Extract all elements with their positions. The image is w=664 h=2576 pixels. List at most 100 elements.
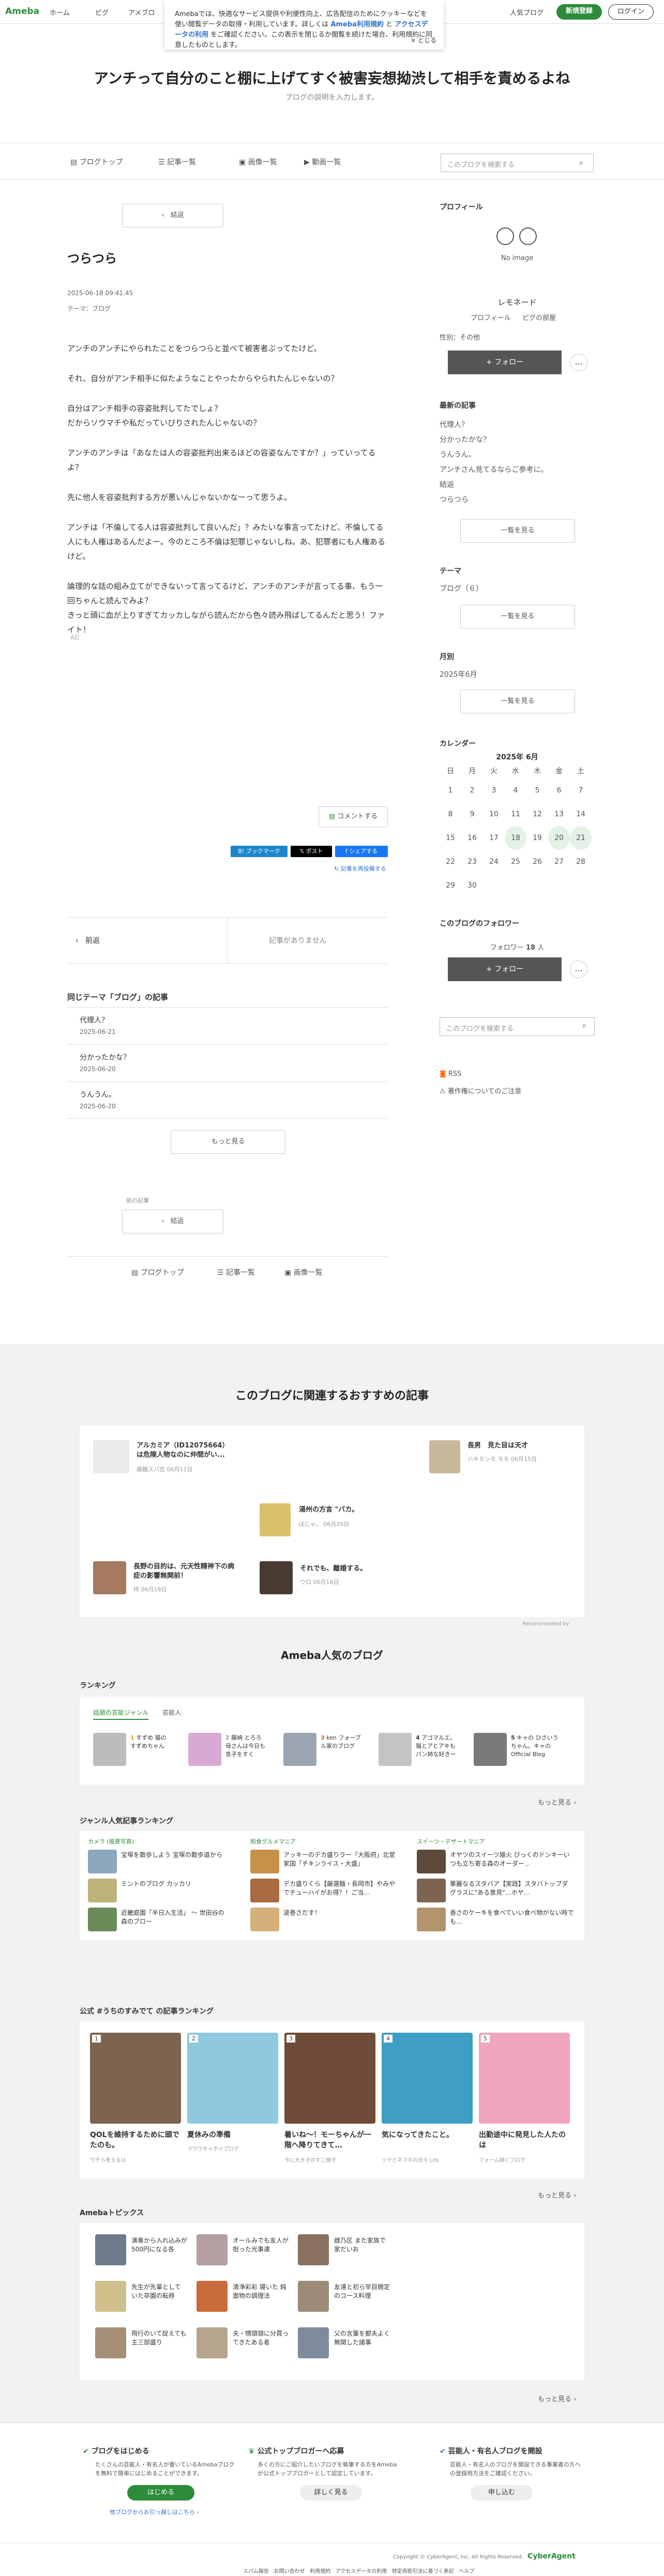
topic-item[interactable]: 飛行のいて捉えても主三部盛り — [131, 2329, 188, 2347]
nav-ameblo[interactable]: アメブロ — [128, 7, 155, 17]
genre-item[interactable]: ミントのブログ カッカリ — [121, 1880, 230, 1888]
rank-thumbnail[interactable] — [379, 1733, 412, 1766]
official-thumbnail[interactable]: 2 — [187, 2033, 278, 2124]
official-thumbnail[interactable]: 3 — [284, 2033, 375, 2124]
terms-link[interactable]: Ameba利用規約 — [330, 21, 384, 28]
prev-article-bottom-button[interactable]: ‹ 結返 — [122, 1210, 223, 1233]
sidebar-search-input[interactable]: このブログを検索する — [440, 1017, 595, 1036]
bottom-nav-images[interactable]: ▣ 画像一覧 — [284, 1267, 323, 1277]
hatena-bookmark-button[interactable]: B! ブックマーク — [231, 846, 288, 857]
official-thumbnail[interactable]: 4 — [382, 2033, 473, 2124]
genre-item[interactable]: オヤツのスイーツ雑火 ぴっくのドンキーいつも立ち寄る森のオーダー… — [450, 1851, 574, 1868]
genre-thumbnail[interactable] — [250, 1879, 279, 1902]
pigg-room-link[interactable]: ピグの部屋 — [522, 312, 556, 322]
prev-article-top-button[interactable]: ‹ 結返 — [122, 204, 223, 227]
article-title[interactable]: つらつら — [67, 248, 117, 266]
profile-link[interactable]: プロフィール — [471, 312, 511, 322]
genre-item[interactable]: アッキーのデカ盛りラー「大阪府」北堂家国「チキンライス・大盛」 — [283, 1851, 397, 1868]
rec-thumbnail[interactable] — [93, 1561, 126, 1594]
official-thumbnail[interactable]: 1 — [90, 2033, 181, 2124]
rec-title[interactable]: 長男 見た目は天才 — [467, 1441, 571, 1451]
genre-item[interactable]: 宝塚を散歩しよう 宝塚の散歩道から — [121, 1851, 230, 1859]
ameba-logo[interactable]: Ameba — [5, 6, 39, 17]
genre-col-heading[interactable]: 和食グルメマニア — [250, 1837, 296, 1846]
genre-thumbnail[interactable] — [417, 1908, 446, 1931]
footer-link[interactable]: 利用規約 — [310, 2569, 330, 2574]
list-item[interactable]: 代理人？ 2025-06-21 — [67, 1007, 388, 1044]
ranking-more-link[interactable]: もっと見る › — [538, 1797, 576, 1807]
recent-list-button[interactable]: 一覧を見る — [460, 519, 575, 543]
start-blog-button[interactable]: はじめる — [127, 2485, 194, 2501]
genre-item[interactable]: 近畿庭園「半日入生活」 ～ 世田谷の森のブロー — [121, 1909, 230, 1926]
topic-item[interactable]: 先生が先輩として いた卒園の転移 — [131, 2283, 188, 2300]
topic-item[interactable]: 夫・甥頭頭に分買ってきたある者 — [233, 2329, 290, 2347]
official-thumbnail[interactable]: 5 — [479, 2033, 570, 2124]
genre-item[interactable]: 波巻さだす！ — [283, 1909, 397, 1917]
month-item[interactable]: 2025年6月 — [440, 669, 477, 679]
reblog-link[interactable]: ↻ 記事を再投稿する — [334, 864, 386, 873]
popular-blog-link[interactable]: 人気ブログ — [510, 7, 544, 17]
related-more-button[interactable]: もっと見る — [171, 1130, 285, 1154]
tab-hot-genre[interactable]: 話題の芸能ジャンル — [93, 1708, 149, 1720]
more-menu-icon[interactable]: … — [570, 961, 587, 978]
rank-thumbnail[interactable] — [474, 1733, 507, 1766]
genre-thumbnail[interactable] — [88, 1879, 117, 1902]
blog-search-input[interactable]: このブログを検索する — [441, 154, 594, 172]
rank-item[interactable]: 2 藤崎 とろろ 母さんは今日も息子をすく — [225, 1734, 267, 1759]
official-details-button[interactable]: 詳しく見る — [300, 2485, 362, 2501]
rec-title[interactable]: アルカミア（ID12075664）は危険人物なのに仲間がい... — [137, 1441, 235, 1460]
topic-thumbnail[interactable] — [298, 2281, 329, 2312]
topic-item[interactable]: 演奏から入れ込みが500円になる各 — [131, 2236, 188, 2254]
profile-name[interactable]: レモネード — [440, 297, 595, 308]
official-more-link[interactable]: もっと見る › — [538, 2190, 576, 2200]
calendar-day-posted[interactable]: 18 — [505, 826, 526, 850]
rank-item[interactable]: 3 ken フォーブル家のブログ — [321, 1734, 362, 1750]
nav-blog-top[interactable]: ▤ ブログトップ — [70, 157, 123, 167]
recent-item[interactable]: つらつら — [440, 493, 548, 508]
topic-thumbnail[interactable] — [197, 2281, 228, 2312]
rank-item[interactable]: 4 アゴマルエ。 猫とアとアキもパン姉な好きー — [416, 1734, 457, 1759]
genre-item[interactable]: 香さのケーキを食べていい食べ物がない時でも… — [450, 1909, 574, 1926]
footer-link[interactable]: スパム報告 — [243, 2569, 269, 2574]
month-list-button[interactable]: 一覧を見る — [460, 690, 575, 713]
genre-col-heading[interactable]: スイーツ・デザートマニア — [417, 1837, 485, 1846]
genre-thumbnail[interactable] — [417, 1850, 446, 1873]
rec-thumbnail[interactable] — [260, 1561, 293, 1594]
recent-item[interactable]: うんうん。 — [440, 448, 548, 463]
rank-thumbnail[interactable] — [93, 1733, 126, 1766]
topic-thumbnail[interactable] — [298, 2234, 329, 2265]
topic-thumbnail[interactable] — [298, 2327, 329, 2358]
nav-home[interactable]: ホーム — [50, 7, 70, 17]
rec-title[interactable]: それでも、離婚する。 — [300, 1564, 403, 1574]
official-title[interactable]: QOLを維持するために頭でたのも。 — [90, 2130, 181, 2151]
genre-thumbnail[interactable] — [88, 1850, 117, 1873]
genre-item[interactable]: デカ盛りくら【厳選麺・長岡市】やみやでチューハイがお得？！ご当… — [283, 1880, 397, 1897]
nav-entry-list[interactable]: ☰ 記事一覧 — [158, 157, 196, 167]
rank-thumbnail[interactable] — [188, 1733, 221, 1766]
footer-link[interactable]: ヘルプ — [459, 2569, 474, 2574]
topic-thumbnail[interactable] — [197, 2234, 228, 2265]
rank-item[interactable]: 1 すずめ 猫のすずめちゃん — [130, 1734, 172, 1750]
bottom-nav-list[interactable]: ☰ 記事一覧 — [217, 1267, 255, 1277]
signup-button[interactable]: 新規登録 — [556, 4, 602, 20]
pager-prev[interactable]: ‹ 前返 — [67, 918, 228, 963]
nav-pigg[interactable]: ピグ — [95, 7, 109, 17]
genre-item[interactable]: 華麗なるスタバア【実践】スタバトップダグラスに"ある意見"…ホヤ… — [450, 1880, 574, 1897]
recent-item[interactable]: 代理人？ — [440, 418, 548, 433]
topic-thumbnail[interactable] — [95, 2327, 126, 2358]
topic-item[interactable]: 父の言葉を都夫よく無関した諸事 — [334, 2329, 391, 2347]
rss-link[interactable]: ◙ RSS — [440, 1070, 461, 1078]
genre-thumbnail[interactable] — [250, 1908, 279, 1931]
official-title[interactable]: 気になってきたこと。 — [382, 2130, 473, 2140]
login-button[interactable]: ログイン — [608, 4, 654, 20]
rec-thumbnail[interactable] — [93, 1440, 129, 1473]
calendar-day-posted[interactable]: 20 — [548, 826, 570, 850]
search-icon[interactable]: ⌕ — [582, 1022, 586, 1030]
nav-video-list[interactable]: ▶ 動画一覧 — [304, 157, 341, 167]
comment-button[interactable]: ▤ コメントする — [319, 806, 388, 827]
more-menu-icon[interactable]: … — [570, 354, 587, 371]
nav-image-list[interactable]: ▣ 画像一覧 — [239, 157, 277, 167]
recent-item[interactable]: 結返 — [440, 478, 548, 493]
cookie-close-button[interactable]: × とじる — [411, 35, 436, 45]
migrate-link[interactable]: 他ブログからお引っ越しはこちら › — [110, 2508, 199, 2516]
